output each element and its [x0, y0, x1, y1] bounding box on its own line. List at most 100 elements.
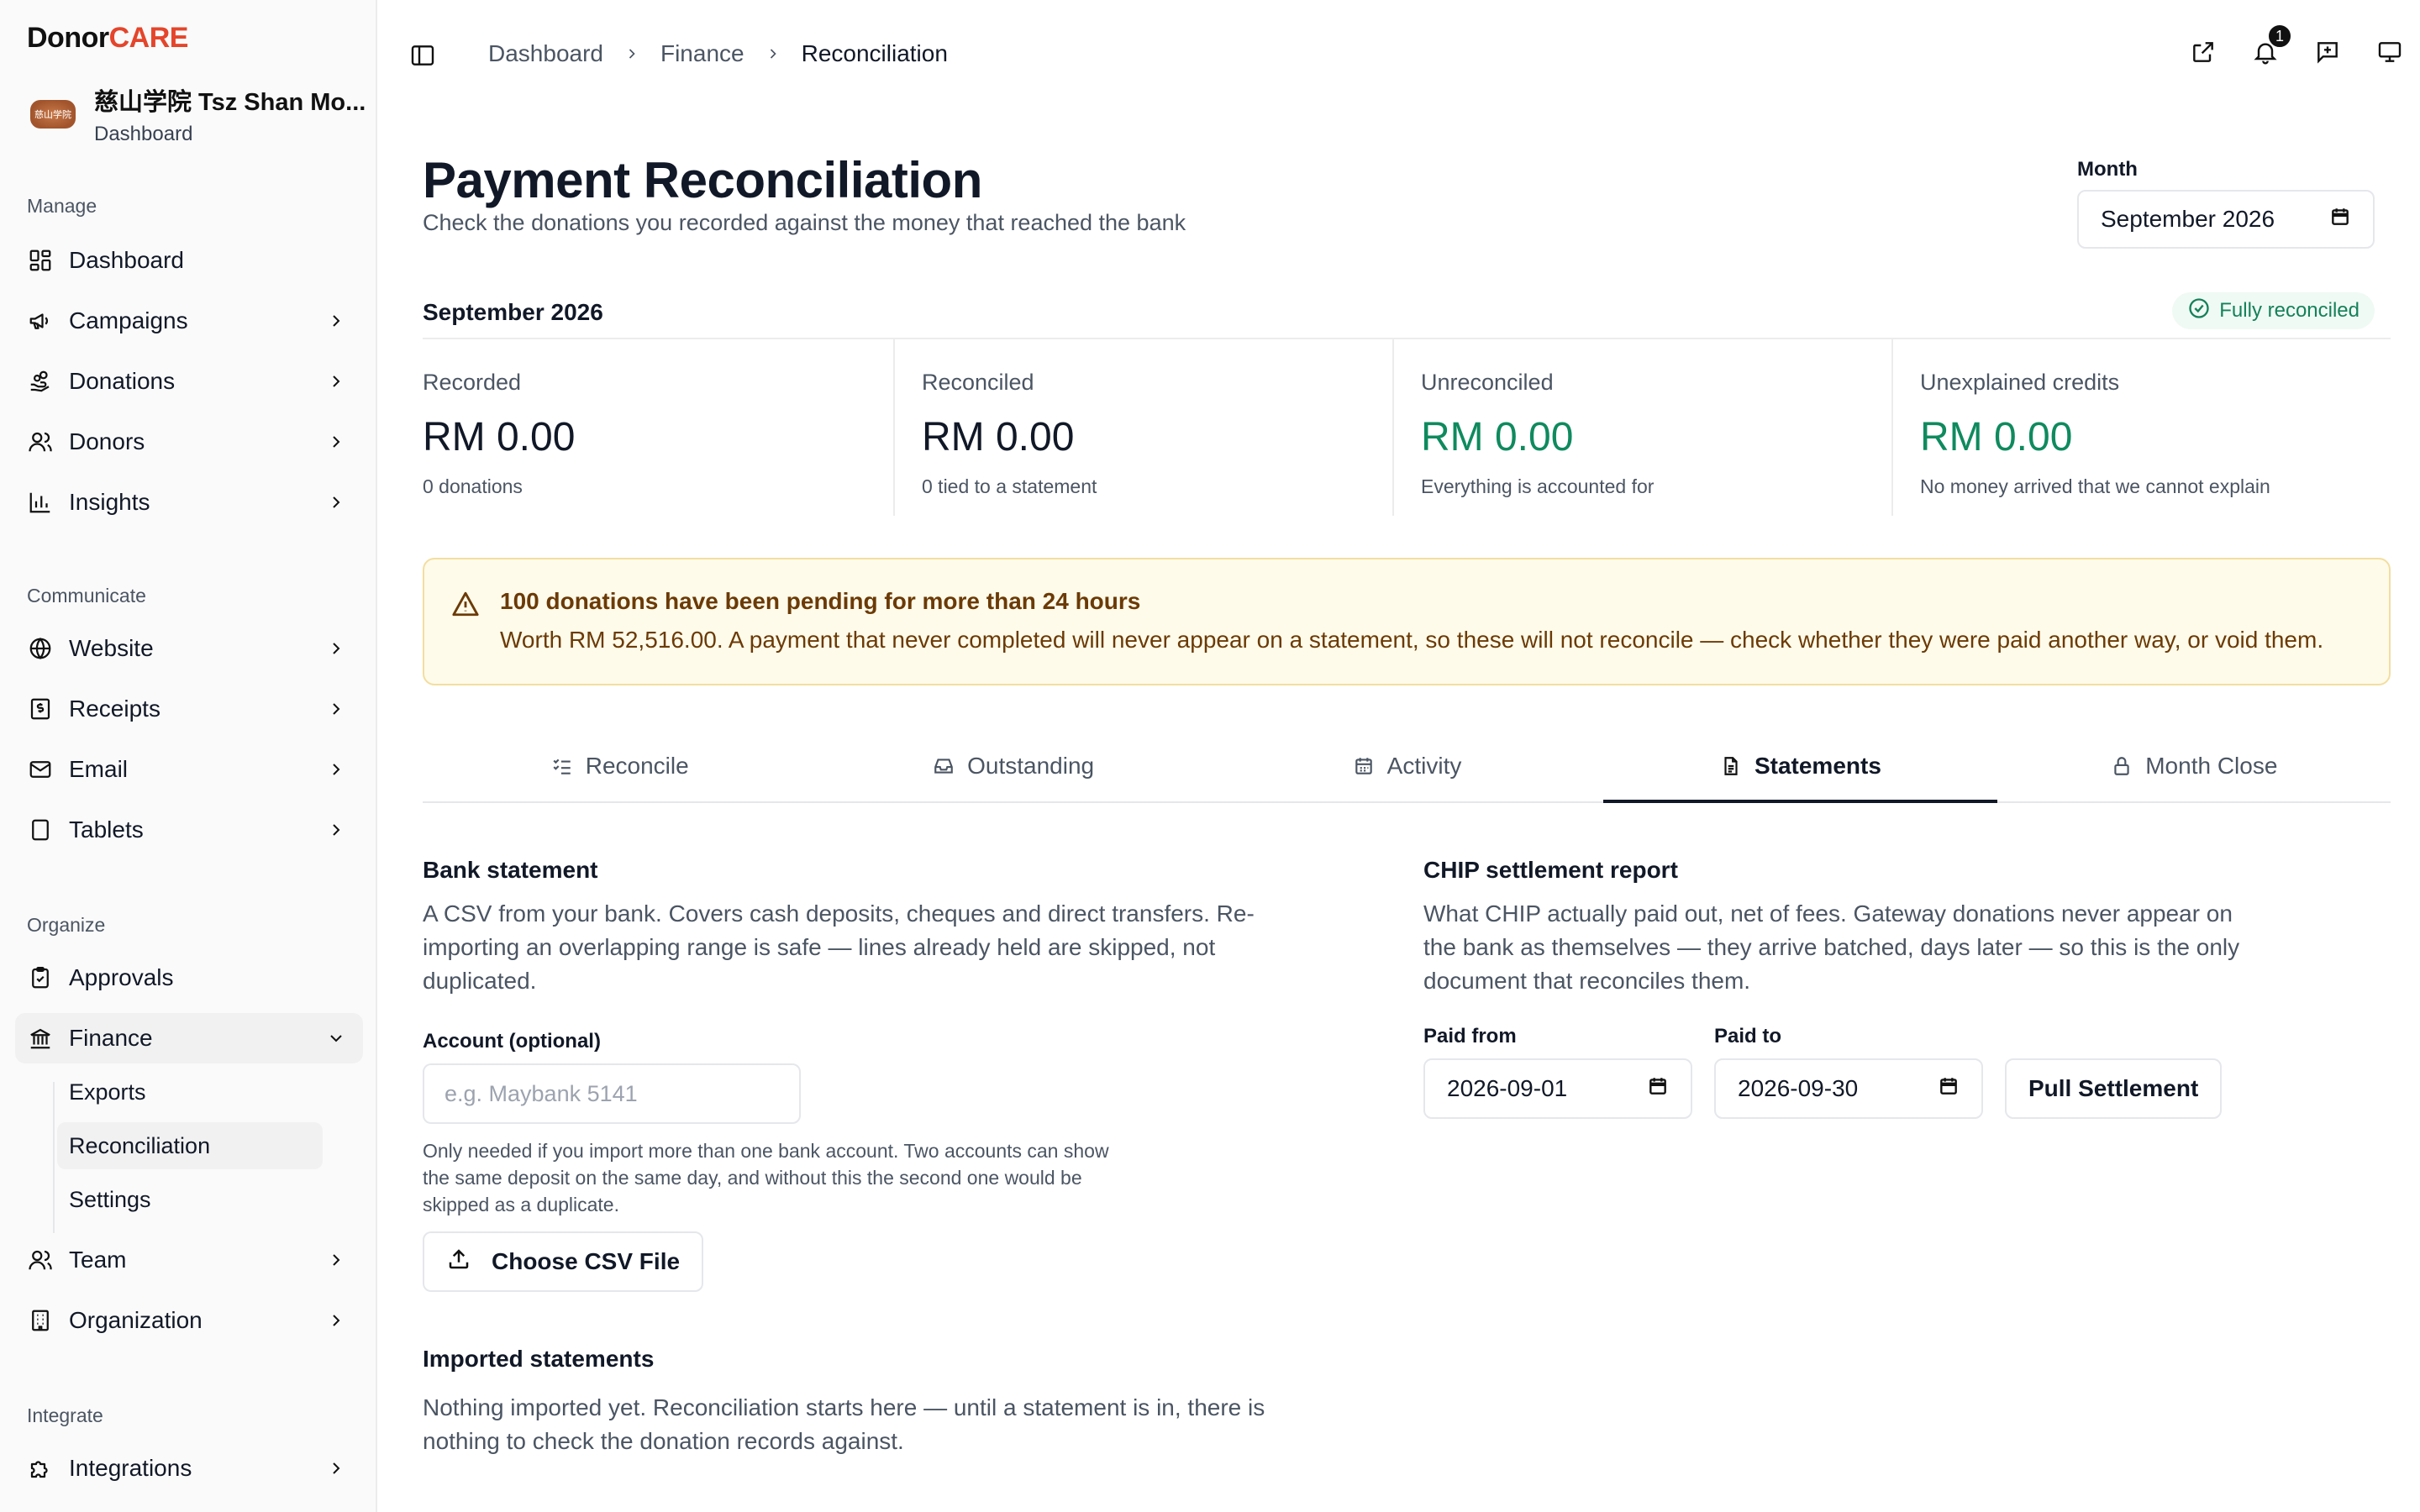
org-subtitle: Dashboard [94, 123, 193, 145]
sidebar-item-email[interactable]: Email [15, 744, 363, 795]
warning-triangle-icon [451, 590, 480, 618]
paid-from-label: Paid from [1423, 1025, 1517, 1047]
bar-chart-icon [27, 489, 54, 516]
calendar-icon [1647, 1075, 1669, 1103]
main-content: Dashboard Finance Reconciliation 1 Payme… [377, 0, 2420, 1512]
sidebar-item-approvals[interactable]: Approvals [15, 953, 363, 1003]
monitor-icon[interactable] [2375, 37, 2405, 67]
sidebar-item-label: Finance [69, 1025, 153, 1051]
stat-value: RM 0.00 [423, 415, 576, 459]
brand-logo[interactable]: DonorCARE [27, 22, 188, 55]
breadcrumb-dashboard[interactable]: Dashboard [488, 40, 603, 67]
sidebar-item-insights[interactable]: Insights [15, 477, 363, 528]
sidebar-item-donors[interactable]: Donors [15, 417, 363, 467]
pull-settlement-button[interactable]: Pull Settlement [2005, 1058, 2223, 1119]
chevron-right-icon [324, 430, 348, 454]
status-text: Fully reconciled [2219, 299, 2360, 322]
stat-value: RM 0.00 [1920, 415, 2073, 459]
stat-label: Recorded [423, 370, 522, 395]
breadcrumb-current: Reconciliation [801, 40, 948, 66]
paid-to-input[interactable]: 2026-09-30 [1714, 1058, 1983, 1119]
sidebar-item-dashboard[interactable]: Dashboard [15, 235, 363, 286]
sidebar-item-receipts[interactable]: Receipts [15, 684, 363, 734]
chip-heading: CHIP settlement report [1423, 857, 1678, 883]
chevron-right-icon [324, 758, 348, 781]
receipt-icon [27, 696, 54, 722]
period-label: September 2026 [423, 299, 603, 325]
paid-from-field: Paid from 2026-09-01 [1423, 1025, 1692, 1119]
chevron-right-icon [324, 370, 348, 393]
team-icon [27, 1247, 54, 1273]
org-switcher[interactable]: 慈山学院 慈山学院 Tsz Shan Mo... Dashboard [30, 82, 366, 146]
sidebar-item-label: Website [69, 635, 154, 661]
brand-care: CARE [108, 22, 189, 54]
landmark-icon [27, 1025, 54, 1052]
sidebar-item-team[interactable]: Team [15, 1235, 363, 1285]
stat-reconciled: Reconciled RM 0.00 0 tied to a statement [895, 339, 1394, 516]
sidebar-item-integrations[interactable]: Integrations [15, 1443, 363, 1494]
sidebar-toggle-icon[interactable] [409, 42, 436, 69]
sidebar-item-label: Approvals [69, 964, 174, 990]
tab-label: Outstanding [967, 753, 1095, 779]
stat-label: Unexplained credits [1920, 370, 2120, 395]
stat-unreconciled: Unreconciled RM 0.00 Everything is accou… [1394, 339, 1893, 516]
tab-outstanding[interactable]: Outstanding [816, 731, 1209, 801]
sidebar-item-tablets[interactable]: Tablets [15, 805, 363, 855]
month-value: September 2026 [2101, 206, 2275, 232]
message-plus-icon[interactable] [2312, 37, 2343, 67]
alert-title: 100 donations have been pending for more… [500, 588, 1141, 614]
external-link-icon[interactable] [2188, 37, 2218, 67]
summary-stats: Recorded RM 0.00 0 donations Reconciled … [423, 338, 2391, 516]
imported-statements-heading: Imported statements [423, 1346, 655, 1372]
list-checks-icon [550, 754, 574, 778]
sidebar-item-label: Dashboard [69, 247, 184, 273]
choose-csv-button[interactable]: Choose CSV File [423, 1231, 704, 1292]
imported-statements-section: Imported statements Nothing imported yet… [423, 1346, 1271, 1458]
megaphone-icon [27, 307, 54, 334]
page-subtitle: Check the donations you recorded against… [423, 210, 1186, 235]
month-picker[interactable]: September 2026 [2077, 190, 2375, 249]
tab-activity[interactable]: Activity [1210, 731, 1603, 801]
section-communicate: Communicate [27, 585, 146, 606]
bank-statement-heading: Bank statement [423, 857, 598, 883]
tab-month-close[interactable]: Month Close [1997, 731, 2391, 801]
sidebar-item-donations[interactable]: Donations [15, 356, 363, 407]
paid-from-input[interactable]: 2026-09-01 [1423, 1058, 1692, 1119]
stat-sub: 0 donations [423, 475, 523, 497]
sidebar-item-label: Insights [69, 489, 150, 515]
status-badge: Fully reconciled [2172, 292, 2375, 329]
header-actions: 1 [2188, 24, 2405, 67]
choose-csv-label: Choose CSV File [492, 1248, 681, 1274]
sidebar-subitem-settings[interactable]: Settings [57, 1176, 323, 1223]
sidebar-item-organization[interactable]: Organization [15, 1295, 363, 1346]
sidebar-subitem-exports[interactable]: Exports [57, 1068, 323, 1116]
stat-value: RM 0.00 [1421, 415, 1574, 459]
stat-label: Unreconciled [1421, 370, 1554, 395]
paid-to-label: Paid to [1714, 1025, 1782, 1047]
page-title: Payment Reconciliation [423, 152, 982, 208]
sidebar: DonorCARE 慈山学院 慈山学院 Tsz Shan Mo... Dashb… [0, 0, 377, 1512]
alert-text: Worth RM 52,516.00. A payment that never… [500, 627, 2324, 653]
breadcrumb-finance[interactable]: Finance [660, 40, 744, 67]
sidebar-item-website[interactable]: Website [15, 623, 363, 674]
chevron-right-icon [324, 818, 348, 842]
globe-icon [27, 635, 54, 662]
sidebar-item-label: Email [69, 756, 129, 782]
chevron-right-icon [324, 1457, 348, 1480]
stat-recorded: Recorded RM 0.00 0 donations [423, 339, 895, 516]
puzzle-icon [27, 1455, 54, 1482]
settlement-range: Paid from 2026-09-01 Paid to 2026-09-30 … [1423, 1025, 2314, 1119]
stat-label: Reconciled [922, 370, 1034, 395]
sidebar-item-campaigns[interactable]: Campaigns [15, 296, 363, 346]
tab-label: Reconcile [585, 753, 689, 779]
stat-sub: 0 tied to a statement [922, 475, 1097, 497]
sidebar-item-finance[interactable]: Finance [15, 1013, 363, 1063]
sidebar-item-label: Campaigns [69, 307, 188, 333]
tab-reconcile[interactable]: Reconcile [423, 731, 816, 801]
bell-icon[interactable]: 1 [2250, 24, 2292, 67]
tab-statements[interactable]: Statements [1603, 731, 1998, 803]
chevron-right-icon [324, 1248, 348, 1272]
sidebar-subitem-reconciliation[interactable]: Reconciliation [57, 1122, 323, 1169]
chevron-right-icon [324, 1309, 348, 1332]
account-input[interactable] [423, 1063, 801, 1124]
